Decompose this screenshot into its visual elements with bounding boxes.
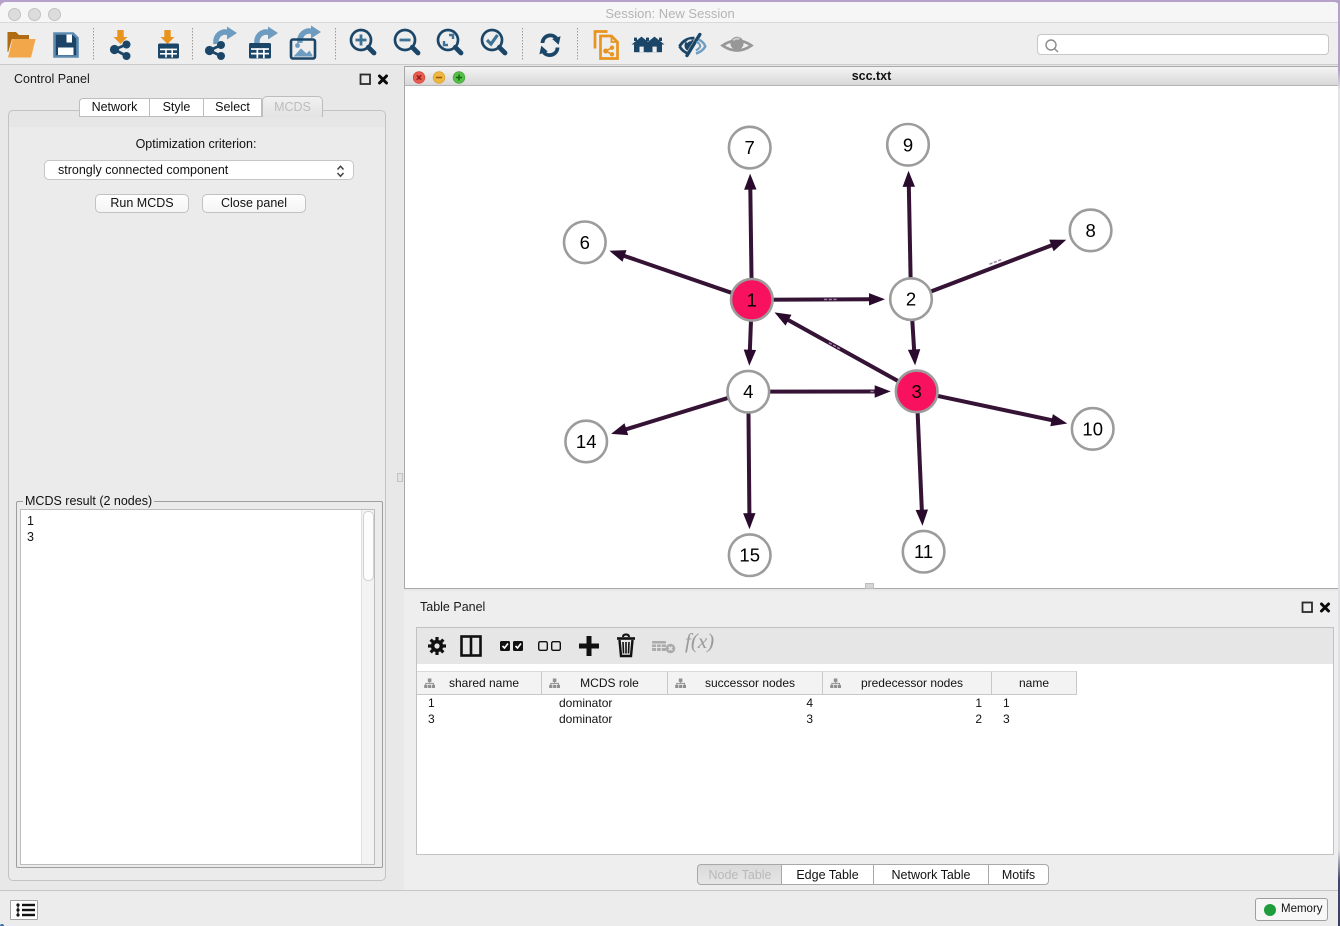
svg-text:8: 8 (1085, 220, 1095, 241)
svg-text:2: 2 (906, 289, 916, 310)
svg-text:3: 3 (912, 381, 922, 402)
svg-text:14: 14 (576, 431, 597, 452)
svg-text:4: 4 (743, 381, 753, 402)
svg-text:9: 9 (903, 134, 913, 155)
svg-text:11: 11 (914, 541, 933, 562)
svg-text:1: 1 (747, 289, 757, 310)
svg-text:6: 6 (580, 232, 590, 253)
svg-text:10: 10 (1082, 418, 1103, 439)
svg-text:7: 7 (745, 137, 755, 158)
svg-text:15: 15 (739, 545, 760, 566)
